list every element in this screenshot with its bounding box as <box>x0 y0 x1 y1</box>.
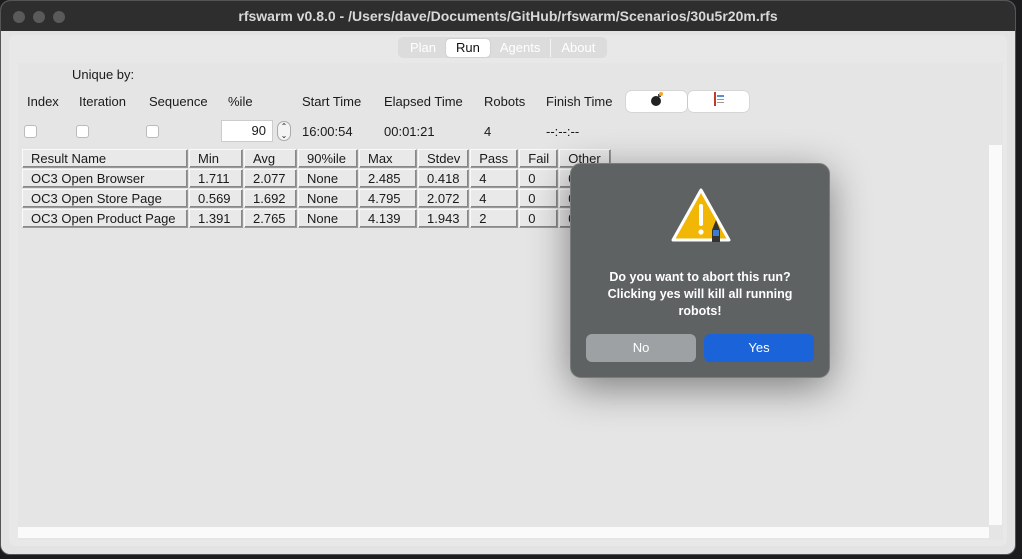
results-table: Result Name Min Avg 90%ile Max Stdev Pas… <box>21 148 613 229</box>
cell-max: 4.139 <box>359 209 417 228</box>
cell-min: 1.711 <box>189 169 243 188</box>
cell-percentile: None <box>298 209 358 228</box>
cell-stdev: 0.418 <box>418 169 470 188</box>
cell-pass: 2 <box>470 209 519 228</box>
cell-result-name: OC3 Open Browser <box>22 169 188 188</box>
tab-bar: Plan Run Agents About <box>398 37 608 58</box>
cell-fail: 0 <box>519 189 559 208</box>
unique-by-label: Unique by: <box>72 67 135 82</box>
tab-plan[interactable]: Plan <box>400 39 446 57</box>
window-title: rfswarm v0.8.0 - /Users/dave/Documents/G… <box>238 8 778 24</box>
cell-percentile: None <box>298 189 358 208</box>
title-bar: rfswarm v0.8.0 - /Users/dave/Documents/G… <box>1 1 1015 31</box>
cell-pass: 4 <box>470 189 519 208</box>
cell-avg: 2.077 <box>244 169 297 188</box>
start-time-label: Start Time <box>302 94 362 109</box>
index-label: Index <box>27 94 59 109</box>
elapsed-time-label: Elapsed Time <box>384 94 463 109</box>
header-min[interactable]: Min <box>189 149 243 168</box>
warning-icon <box>671 188 731 242</box>
finish-time-label: Finish Time <box>546 94 613 109</box>
finish-time-value: --:--:-- <box>546 124 580 139</box>
cell-pass: 4 <box>470 169 519 188</box>
sequence-checkbox[interactable] <box>146 125 159 138</box>
cell-stdev: 2.072 <box>418 189 470 208</box>
cell-fail: 0 <box>519 169 559 188</box>
percentile-stepper[interactable]: ⌃ ⌄ <box>277 121 291 141</box>
zoom-window-button[interactable] <box>53 11 65 23</box>
yes-button[interactable]: Yes <box>704 334 814 362</box>
header-max[interactable]: Max <box>359 149 417 168</box>
report-icon <box>713 92 724 106</box>
horizontal-scrollbar[interactable] <box>18 527 989 538</box>
iteration-label: Iteration <box>79 94 126 109</box>
dialog-message-line: robots! <box>678 304 722 318</box>
tab-about[interactable]: About <box>550 38 605 57</box>
header-avg[interactable]: Avg <box>244 149 297 168</box>
abort-confirm-dialog: Do you want to abort this run? Clicking … <box>570 163 830 378</box>
header-result-name[interactable]: Result Name <box>22 149 188 168</box>
cell-percentile: None <box>298 169 358 188</box>
cell-min: 1.391 <box>189 209 243 228</box>
cell-avg: 2.765 <box>244 209 297 228</box>
bomb-icon <box>650 92 663 106</box>
sequence-label: Sequence <box>149 94 208 109</box>
table-row: OC3 Open Store Page 0.569 1.692 None 4.795 2.… <box>22 189 612 208</box>
percentile-label: %ile <box>228 94 253 109</box>
header-stdev[interactable]: Stdev <box>418 149 470 168</box>
header-fail[interactable]: Fail <box>519 149 559 168</box>
report-button[interactable] <box>688 91 749 112</box>
window-controls <box>13 11 65 23</box>
header-percentile[interactable]: 90%ile <box>298 149 358 168</box>
cell-fail: 0 <box>519 209 559 228</box>
robots-label: Robots <box>484 94 526 109</box>
cell-stdev: 1.943 <box>418 209 470 228</box>
robots-value: 4 <box>484 124 492 139</box>
header-pass[interactable]: Pass <box>470 149 519 168</box>
tab-agents[interactable]: Agents <box>490 39 550 57</box>
close-window-button[interactable] <box>13 11 25 23</box>
elapsed-time-value: 00:01:21 <box>384 124 435 139</box>
run-panel <box>18 63 1003 540</box>
dialog-message-line: Do you want to abort this run? <box>609 270 791 284</box>
cell-result-name: OC3 Open Store Page <box>22 189 188 208</box>
no-button[interactable]: No <box>586 334 696 362</box>
dialog-message-line: Clicking yes will kill all running <box>607 287 793 301</box>
start-time-value: 16:00:54 <box>302 124 353 139</box>
iteration-checkbox[interactable] <box>76 125 89 138</box>
cell-min: 0.569 <box>189 189 243 208</box>
cell-max: 4.795 <box>359 189 417 208</box>
cell-max: 2.485 <box>359 169 417 188</box>
vertical-scrollbar[interactable] <box>989 145 1002 525</box>
dialog-message: Do you want to abort this run? Clicking … <box>581 269 819 320</box>
tab-run[interactable]: Run <box>446 38 490 57</box>
table-header: Result Name Min Avg 90%ile Max Stdev Pas… <box>22 149 612 168</box>
table-row: OC3 Open Product Page 1.391 2.765 None 4.139… <box>22 209 612 228</box>
table-row: OC3 Open Browser 1.711 2.077 None 2.485 0.418… <box>22 169 612 188</box>
cell-result-name: OC3 Open Product Page <box>22 209 188 228</box>
cell-avg: 1.692 <box>244 189 297 208</box>
percentile-input[interactable]: 90 <box>221 120 273 142</box>
index-checkbox[interactable] <box>24 125 37 138</box>
minimize-window-button[interactable] <box>33 11 45 23</box>
abort-run-button[interactable] <box>626 91 687 112</box>
